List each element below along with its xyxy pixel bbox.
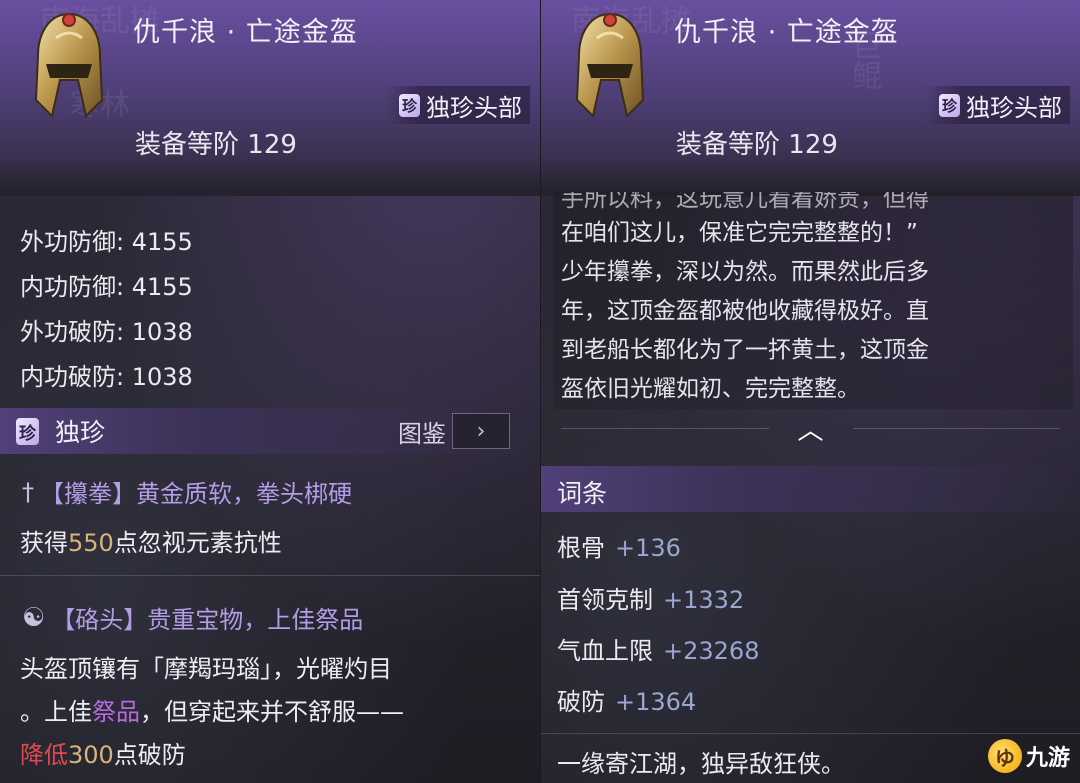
attribute-value: +1332 xyxy=(663,586,745,614)
stat-value: 1038 xyxy=(131,363,193,391)
stat-row: 外功破防: 1038 xyxy=(20,310,193,355)
level-label: 装备等阶 xyxy=(135,130,240,160)
effect-highlight: 降低 xyxy=(20,741,68,769)
golden-helmet-icon xyxy=(575,12,645,118)
attribute-row: 首领克制 +1332 xyxy=(557,580,744,615)
divider xyxy=(852,427,1060,429)
rarity-tag: 珍 独珍头部 xyxy=(384,86,530,124)
lore-partial-line: 手所以料，这玩意儿看着娇贵，但得 xyxy=(561,192,929,212)
rarity-label: 独珍头部 xyxy=(426,93,522,122)
stat-value: 4155 xyxy=(131,273,193,301)
atlas-link[interactable]: 图鉴 › xyxy=(398,412,510,450)
divider xyxy=(561,427,769,429)
stat-label: 内功破防: xyxy=(20,363,125,391)
item-tooltip-left: 南海乱摊 寒林 仇千浪 · 亡途金盔 珍 独珍头部 装备等阶 129 外功防御:… xyxy=(0,0,540,783)
effect-text: 点忽视元素抗性 xyxy=(113,529,282,557)
chevron-right-icon: › xyxy=(476,418,486,444)
base-stats: 外功防御: 4155 内功防御: 4155 外功破防: 1038 内功破防: 1… xyxy=(20,220,193,400)
level-value: 129 xyxy=(247,130,297,160)
stat-row: 外功防御: 4155 xyxy=(20,220,193,265)
item-name: 仇千浪 · 亡途金盔 xyxy=(133,17,358,48)
triskelion-icon: ☯ xyxy=(22,602,46,633)
stat-label: 外功破防: xyxy=(20,318,125,346)
lore-line: 盔依旧光耀如初、完完整整。 xyxy=(561,376,860,402)
rarity-tag: 珍 独珍头部 xyxy=(924,86,1070,124)
effect-highlight: 祭品 xyxy=(92,698,140,726)
stat-row: 内功防御: 4155 xyxy=(20,265,193,310)
stat-value: 1038 xyxy=(131,318,193,346)
lore-line: 在咱们这儿，保准它完完整整的！” xyxy=(561,220,918,246)
equipment-level: 装备等阶 129 xyxy=(676,124,838,161)
attribute-row: 破防 +1364 xyxy=(557,682,696,717)
chevron-up-icon: ︿ xyxy=(797,415,824,446)
effect-description: 头盔顶镶有「摩羯玛瑙」，光曜灼目 。上佳祭品，但穿起来并不舒服—— 降低300点… xyxy=(20,648,404,777)
attributes-section-bar xyxy=(541,466,1080,512)
unique-section-title: 独珍 xyxy=(55,418,106,447)
attribute-value: +1364 xyxy=(615,688,697,716)
lore-text[interactable]: 手所以料，这玩意儿看着娇贵，但得 在咱们这儿，保准它完完整整的！” 少年攥拳，深… xyxy=(553,192,1073,409)
attributes-title: 词条 xyxy=(557,479,608,508)
attribute-value: +23268 xyxy=(663,637,760,665)
attribute-row: 气血上限 +23268 xyxy=(557,631,759,666)
attribute-label: 根骨 xyxy=(557,534,605,562)
site-logo: ゆ 九游 xyxy=(987,739,1070,773)
attribute-value: +136 xyxy=(615,534,681,562)
lore-line: 到老船长都化为了一抔黄土，这顶金 xyxy=(561,337,929,363)
effect-text-line: 降低300点破防 xyxy=(20,734,404,777)
effect-description: 获得550点忽视元素抗性 xyxy=(20,522,282,565)
divider xyxy=(0,575,540,576)
effect-text: 获得 xyxy=(20,529,68,557)
rarity-gem-icon: 珍 xyxy=(398,93,420,117)
effect-title-text: 【攥拳】黄金质软，拳头梆硬 xyxy=(40,480,352,508)
effect-title: ☯ 【硌头】贵重宝物，上佳祭品 xyxy=(22,600,363,635)
stat-value: 4155 xyxy=(131,228,193,256)
attribute-label: 首领克制 xyxy=(557,586,653,614)
atlas-arrow-button[interactable]: › xyxy=(452,413,510,449)
item-header: 南海乱摊 巨鲲 仇千浪 · 亡途金盔 珍 独珍头部 装备等阶 129 xyxy=(541,0,1080,196)
stat-label: 内功防御: xyxy=(20,273,125,301)
collapse-button[interactable]: ︿ xyxy=(789,414,833,446)
atlas-label[interactable]: 图鉴 xyxy=(398,414,446,449)
equipment-level: 装备等阶 129 xyxy=(135,124,297,161)
lore-line: 年，这顶金盔都被他收藏得极好。直 xyxy=(561,298,929,324)
effect-title-text: 【硌头】贵重宝物，上佳祭品 xyxy=(51,606,364,634)
effect-text: ，但穿起来并不舒服—— xyxy=(140,698,404,726)
golden-helmet-icon xyxy=(34,12,104,118)
effect-value: 300 xyxy=(68,741,114,769)
effect-text: 点破防 xyxy=(113,741,186,769)
attribute-label: 气血上限 xyxy=(557,637,653,665)
flavor-text: 一缘寄江湖，独异敌狂侠。 xyxy=(557,750,845,778)
effect-value: 550 xyxy=(68,529,114,557)
level-label: 装备等阶 xyxy=(676,130,781,160)
logo-text: 九游 xyxy=(1025,746,1070,771)
item-header: 南海乱摊 寒林 仇千浪 · 亡途金盔 珍 独珍头部 装备等阶 129 xyxy=(0,0,540,196)
lore-line: 少年攥拳，深以为然。而果然此后多 xyxy=(561,259,929,285)
rarity-gem-icon: 珍 xyxy=(938,93,960,117)
item-name: 仇千浪 · 亡途金盔 xyxy=(674,17,899,48)
collapse-row: ︿ xyxy=(541,410,1080,446)
attribute-label: 破防 xyxy=(557,688,605,716)
item-tooltip-right: 南海乱摊 巨鲲 仇千浪 · 亡途金盔 珍 独珍头部 装备等阶 129 手所以料，… xyxy=(541,0,1080,783)
unique-gem-icon: 珍 xyxy=(16,417,39,445)
sword-icon: † xyxy=(22,477,34,506)
effect-text: 。上佳 xyxy=(20,698,92,726)
effect-text-line: 。上佳祭品，但穿起来并不舒服—— xyxy=(20,691,404,734)
effect-text: 头盔顶镶有「摩羯玛瑙」，光曜灼目 xyxy=(20,655,392,683)
stat-row: 内功破防: 1038 xyxy=(20,355,193,400)
stat-label: 外功防御: xyxy=(20,228,125,256)
attribute-row: 根骨 +136 xyxy=(557,528,681,563)
divider xyxy=(541,733,1080,734)
effect-title: † 【攥拳】黄金质软，拳头梆硬 xyxy=(22,474,352,509)
logo-icon: ゆ xyxy=(987,739,1022,773)
unique-section-bar: 珍 独珍 图鉴 › xyxy=(0,408,540,454)
rarity-label: 独珍头部 xyxy=(966,93,1062,122)
level-value: 129 xyxy=(788,130,838,160)
